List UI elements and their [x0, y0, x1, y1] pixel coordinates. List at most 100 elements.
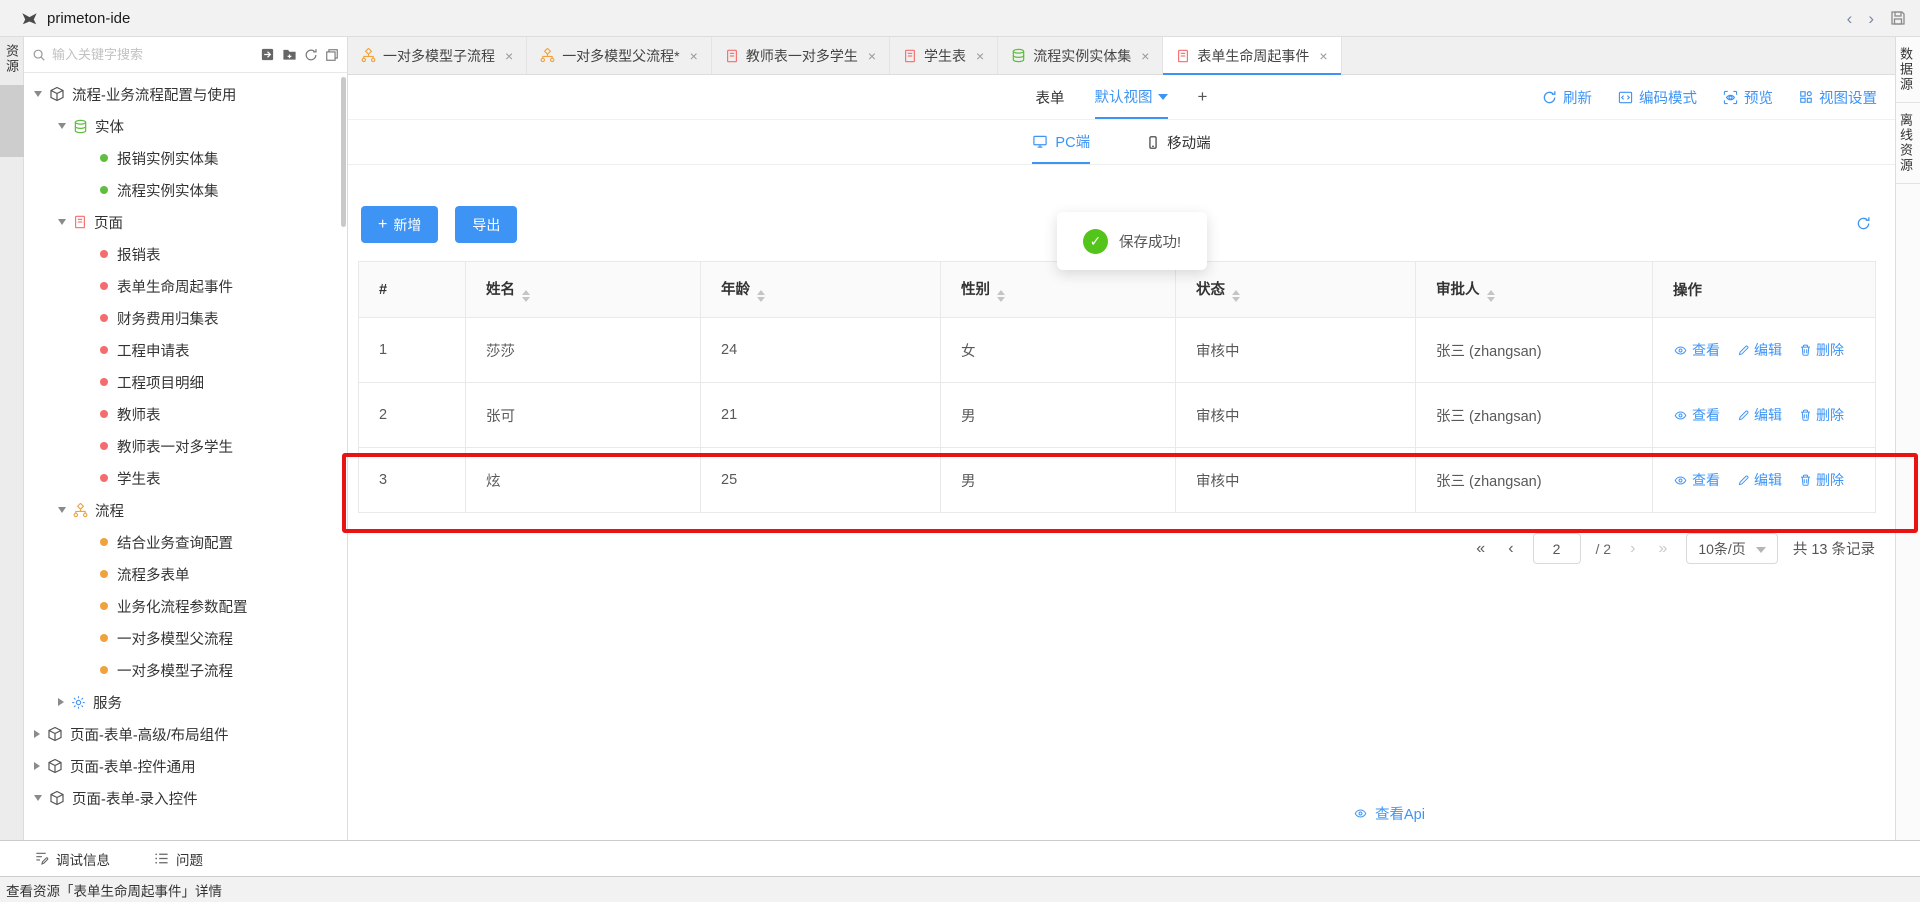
chevron-down-icon[interactable] — [58, 123, 66, 129]
chevron-down-icon[interactable] — [58, 507, 66, 513]
close-icon[interactable]: × — [1141, 48, 1149, 64]
status-dot — [100, 250, 108, 258]
search-input[interactable] — [52, 47, 254, 62]
back-icon[interactable]: ‹ — [1847, 10, 1853, 27]
rail-tab-1[interactable]: 数据源 — [1896, 37, 1920, 103]
add-button[interactable]: + 新增 — [361, 206, 438, 243]
edit-link[interactable]: 编辑 — [1737, 470, 1782, 490]
tab-1[interactable]: 一对多模型子流程× — [348, 37, 527, 74]
action-label: 查看 — [1692, 470, 1720, 490]
save-icon[interactable] — [1890, 10, 1906, 26]
tab-2[interactable]: 一对多模型父流程*× — [527, 37, 712, 74]
view-link[interactable]: 查看 — [1673, 405, 1720, 425]
tree-item[interactable]: 流程-业务流程配置与使用 — [24, 78, 347, 110]
close-icon[interactable]: × — [505, 48, 513, 64]
export-button[interactable]: 导出 — [455, 206, 517, 243]
view-action-3[interactable]: 预览 — [1723, 87, 1773, 108]
add-folder-icon[interactable] — [282, 47, 297, 62]
import-icon[interactable] — [260, 47, 275, 62]
device-tab-1[interactable]: PC端 — [1032, 120, 1090, 164]
tree-item[interactable]: 页面-表单-控件通用 — [24, 750, 347, 782]
rail-tab-resources[interactable]: 资源 — [2, 37, 21, 81]
edit-link[interactable]: 编辑 — [1737, 405, 1782, 425]
column-header: 审批人 — [1416, 262, 1653, 318]
close-icon[interactable]: × — [868, 48, 876, 64]
tree-item[interactable]: 表单生命周起事件 — [24, 270, 347, 302]
chevron-right-icon[interactable] — [34, 762, 40, 770]
view-link[interactable]: 查看 — [1673, 340, 1720, 360]
delete-link[interactable]: 删除 — [1799, 405, 1844, 425]
current-page-input[interactable] — [1533, 533, 1581, 564]
tree-item[interactable]: 页面-表单-录入控件 — [24, 782, 347, 814]
view-action-label: 编码模式 — [1639, 87, 1697, 108]
tree-item[interactable]: 业务化流程参数配置 — [24, 590, 347, 622]
table-cell: 21 — [701, 383, 941, 448]
tree-item[interactable]: 报销表 — [24, 238, 347, 270]
tab-3[interactable]: 教师表一对多学生× — [712, 37, 890, 74]
view-api-link[interactable]: 查看Api — [1353, 803, 1425, 824]
tab-4[interactable]: 学生表× — [890, 37, 998, 74]
tree-item[interactable]: 一对多模型子流程 — [24, 654, 347, 686]
sidebar-scrollbar-thumb[interactable] — [341, 77, 346, 227]
status-text: 查看资源「表单生命周起事件」详情 — [6, 880, 222, 900]
add-view-button[interactable]: + — [1198, 75, 1208, 119]
first-page-button[interactable]: « — [1472, 540, 1489, 558]
tree-item[interactable]: 流程 — [24, 494, 347, 526]
tab-form[interactable]: 表单 — [1036, 75, 1065, 119]
collapse-all-icon[interactable] — [325, 48, 339, 62]
tree-item[interactable]: 教师表一对多学生 — [24, 430, 347, 462]
tree-item[interactable]: 财务费用归集表 — [24, 302, 347, 334]
tree-item[interactable]: 流程多表单 — [24, 558, 347, 590]
sort-icon[interactable] — [1232, 290, 1240, 302]
tab-default-view[interactable]: 默认视图 — [1095, 75, 1168, 119]
tree-item[interactable]: 教师表 — [24, 398, 347, 430]
close-icon[interactable]: × — [690, 48, 698, 64]
tree-item[interactable]: 工程项目明细 — [24, 366, 347, 398]
tree-item[interactable]: 实体 — [24, 110, 347, 142]
prev-page-button[interactable]: ‹ — [1504, 540, 1517, 558]
bottom-panel-item-2[interactable]: 问题 — [154, 849, 203, 869]
chevron-right-icon[interactable] — [58, 698, 64, 706]
tree-item[interactable]: 服务 — [24, 686, 347, 718]
tree-item-label: 结合业务查询配置 — [117, 532, 233, 553]
sort-icon[interactable] — [522, 290, 530, 302]
tree-item[interactable]: 流程实例实体集 — [24, 174, 347, 206]
chevron-right-icon[interactable] — [34, 730, 40, 738]
sort-icon[interactable] — [997, 290, 1005, 302]
tree-item[interactable]: 报销实例实体集 — [24, 142, 347, 174]
delete-link[interactable]: 删除 — [1799, 470, 1844, 490]
sort-icon[interactable] — [757, 290, 765, 302]
next-page-button[interactable]: › — [1626, 540, 1639, 558]
device-tab-2[interactable]: 移动端 — [1146, 120, 1211, 164]
close-icon[interactable]: × — [1319, 48, 1327, 64]
total-records-label: 共 13 条记录 — [1793, 538, 1875, 559]
forward-icon[interactable]: › — [1868, 10, 1874, 27]
view-action-2[interactable]: 编码模式 — [1618, 87, 1697, 108]
sort-icon[interactable] — [1487, 290, 1495, 302]
refresh-icon[interactable] — [304, 48, 318, 62]
close-icon[interactable]: × — [976, 48, 984, 64]
chevron-down-icon[interactable] — [58, 219, 66, 225]
last-page-button[interactable]: » — [1654, 540, 1671, 558]
rail-tab-2[interactable]: 离线资源 — [1896, 103, 1920, 184]
edit-link[interactable]: 编辑 — [1737, 340, 1782, 360]
plus-icon: + — [378, 216, 387, 234]
view-link[interactable]: 查看 — [1673, 470, 1720, 490]
page-size-select[interactable]: 10条/页 — [1686, 533, 1777, 564]
tree-item[interactable]: 学生表 — [24, 462, 347, 494]
rail-scrollbar-thumb[interactable] — [0, 85, 24, 157]
tab-6[interactable]: 表单生命周起事件× — [1163, 37, 1341, 74]
table-refresh-icon[interactable] — [1856, 216, 1871, 231]
tab-5[interactable]: 流程实例实体集× — [998, 37, 1163, 74]
delete-link[interactable]: 删除 — [1799, 340, 1844, 360]
tree-item[interactable]: 结合业务查询配置 — [24, 526, 347, 558]
chevron-down-icon[interactable] — [34, 795, 42, 801]
chevron-down-icon[interactable] — [34, 91, 42, 97]
view-action-4[interactable]: 视图设置 — [1799, 87, 1877, 108]
bottom-panel-item-1[interactable]: 调试信息 — [34, 849, 110, 869]
view-action-1[interactable]: 刷新 — [1542, 87, 1592, 108]
tree-item[interactable]: 页面-表单-高级/布局组件 — [24, 718, 347, 750]
tree-item[interactable]: 工程申请表 — [24, 334, 347, 366]
tree-item[interactable]: 页面 — [24, 206, 347, 238]
tree-item[interactable]: 一对多模型父流程 — [24, 622, 347, 654]
